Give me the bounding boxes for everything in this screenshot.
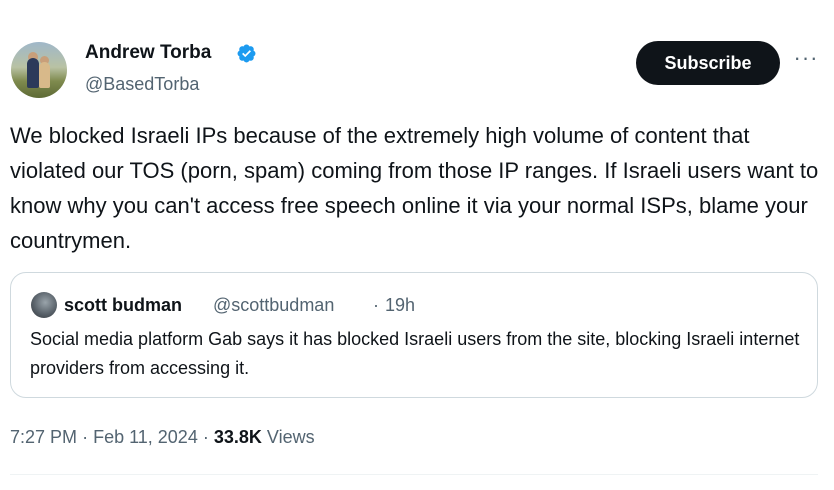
quote-timestamp: 19h — [385, 295, 416, 315]
quote-author-avatar — [31, 292, 57, 318]
tweet: Andrew Torba @BasedTorba Subscribe ··· W… — [0, 0, 834, 490]
tweet-time[interactable]: 7:27 PM — [10, 427, 77, 447]
subscribe-button[interactable]: Subscribe — [636, 41, 780, 85]
views-label: Views — [266, 427, 315, 447]
verified-badge-icon — [237, 44, 256, 63]
quote-separator: · — [373, 295, 379, 315]
author-handle[interactable]: @BasedTorba — [85, 72, 199, 96]
author-name[interactable]: Andrew Torba — [85, 41, 211, 65]
tweet-date[interactable]: Feb 11, 2024 — [93, 427, 198, 447]
more-options-icon[interactable]: ··· — [793, 47, 819, 74]
quoted-tweet[interactable]: scott budman @scottbudman · 19h Social m… — [10, 272, 818, 398]
author-avatar[interactable] — [11, 42, 67, 98]
quote-author-name: scott budman — [64, 295, 183, 315]
meta-separator: · — [82, 427, 89, 447]
meta-separator-2: · — [202, 427, 209, 447]
divider — [10, 474, 818, 475]
quote-author-handle: @scottbudman — [213, 295, 335, 315]
tweet-text: We blocked Israeli IPs because of the ex… — [10, 123, 819, 253]
quote-text: Social media platform Gab says it has bl… — [30, 329, 800, 378]
tweet-meta: 7:27 PM · Feb 11, 2024 · 33.8K Views — [10, 425, 315, 449]
views-count[interactable]: 33.8K — [214, 427, 262, 447]
